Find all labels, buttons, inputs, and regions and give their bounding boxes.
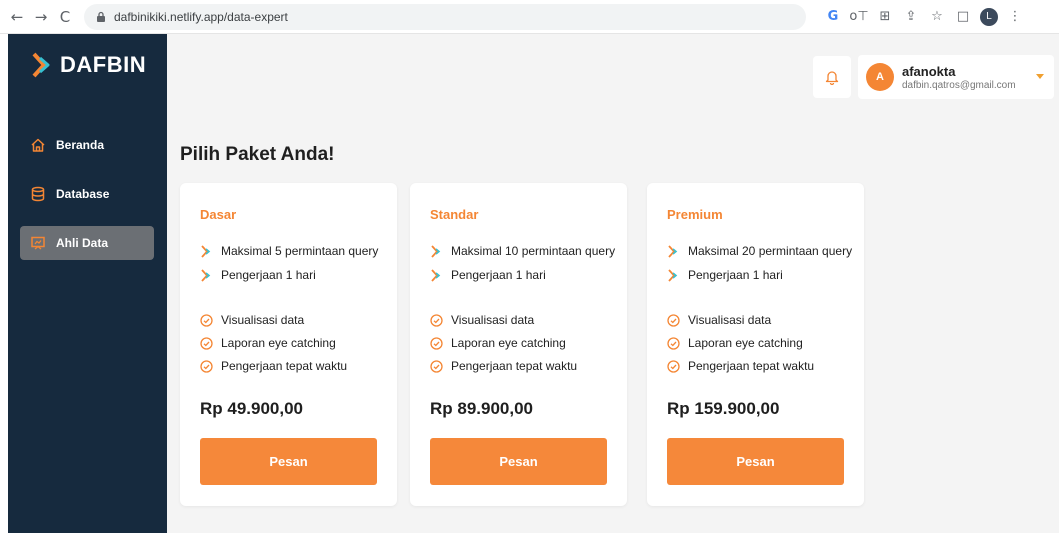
side-panel-icon[interactable]: □ xyxy=(954,8,972,26)
database-icon xyxy=(30,186,46,202)
benefit-text: Visualisasi data xyxy=(221,313,305,327)
presentation-icon xyxy=(30,235,46,251)
check-circle-icon xyxy=(667,336,680,350)
plan-feature: Pengerjaan 1 hari xyxy=(430,268,546,282)
feature-text: Maksimal 20 permintaan query xyxy=(688,244,853,258)
kebab-menu-icon[interactable]: ⋮ xyxy=(1006,8,1024,26)
dafbin-logo-icon xyxy=(32,52,50,78)
benefit-text: Laporan eye catching xyxy=(688,336,803,350)
plan-name: Premium xyxy=(667,207,723,222)
plan-benefit: Laporan eye catching xyxy=(430,336,566,350)
diamond-icon xyxy=(430,268,443,282)
benefit-text: Pengerjaan tepat waktu xyxy=(221,359,348,373)
diamond-icon xyxy=(667,244,680,258)
plan-benefit: Visualisasi data xyxy=(430,313,534,327)
check-circle-icon xyxy=(430,359,443,373)
check-circle-icon xyxy=(200,336,213,350)
url-text: dafbinikiki.netlify.app/data-expert xyxy=(114,9,288,24)
sidebar-item-label: Beranda xyxy=(56,138,105,152)
plan-price: Rp 89.900,00 xyxy=(430,399,534,418)
logo-text: DAFBIN xyxy=(60,52,147,77)
plan-price: Rp 49.900,00 xyxy=(200,399,304,418)
reload-icon[interactable]: C xyxy=(54,6,76,28)
key-icon[interactable]: o⊤ xyxy=(849,8,868,26)
benefit-text: Pengerjaan tepat waktu xyxy=(688,359,815,373)
check-circle-icon xyxy=(430,313,443,327)
plan-name: Standar xyxy=(430,207,479,222)
plan-feature: Maksimal 5 permintaan query xyxy=(200,244,378,258)
benefit-text: Visualisasi data xyxy=(451,313,535,327)
plan-card-dasar: Dasar Maksimal 5 permintaan query Penger… xyxy=(180,183,397,506)
plan-benefit: Visualisasi data xyxy=(200,313,304,327)
check-circle-icon xyxy=(667,313,680,327)
forward-icon[interactable]: → xyxy=(30,6,52,28)
home-icon xyxy=(30,137,46,153)
plan-benefit: Pengerjaan tepat waktu xyxy=(667,359,814,373)
sidebar-item-database[interactable]: Database xyxy=(20,177,154,211)
plan-benefit: Visualisasi data xyxy=(667,313,771,327)
browser-actions: G o⊤ ⊞ ⇪ ☆ □ L ⋮ xyxy=(824,7,1024,26)
user-menu[interactable]: A afanokta dafbin.qatros@gmail.com xyxy=(858,55,1054,99)
lock-icon xyxy=(97,11,105,22)
plan-card-standar: Standar Maksimal 10 permintaan query Pen… xyxy=(410,183,627,506)
check-circle-icon xyxy=(430,336,443,350)
plan-feature: Pengerjaan 1 hari xyxy=(200,268,316,282)
feature-text: Maksimal 10 permintaan query xyxy=(451,244,616,258)
diamond-icon xyxy=(430,244,443,258)
logo[interactable]: DAFBIN xyxy=(30,52,146,78)
plan-feature: Pengerjaan 1 hari xyxy=(667,268,783,282)
user-name: afanokta xyxy=(902,63,956,79)
check-circle-icon xyxy=(667,359,680,373)
user-info: afanokta dafbin.qatros@gmail.com xyxy=(902,64,1016,91)
notification-button[interactable] xyxy=(813,56,851,98)
sidebar-item-beranda[interactable]: Beranda xyxy=(20,128,154,162)
order-button-standar[interactable]: Pesan xyxy=(430,438,607,485)
google-icon[interactable]: G xyxy=(824,8,842,26)
star-icon[interactable]: ☆ xyxy=(928,8,946,26)
page-title: Pilih Paket Anda! xyxy=(180,144,335,165)
order-button-dasar[interactable]: Pesan xyxy=(200,438,377,485)
feature-text: Pengerjaan 1 hari xyxy=(688,268,783,282)
user-email: dafbin.qatros@gmail.com xyxy=(902,79,1016,91)
plan-benefit: Laporan eye catching xyxy=(200,336,336,350)
diamond-icon xyxy=(200,268,213,282)
plan-price: Rp 159.900,00 xyxy=(667,399,780,418)
benefit-text: Visualisasi data xyxy=(688,313,772,327)
order-button-premium[interactable]: Pesan xyxy=(667,438,844,485)
plan-benefit: Laporan eye catching xyxy=(667,336,803,350)
sidebar-item-ahli-data[interactable]: Ahli Data xyxy=(20,226,154,260)
plan-benefit: Pengerjaan tepat waktu xyxy=(430,359,577,373)
avatar: A xyxy=(866,63,894,91)
sidebar-item-label: Ahli Data xyxy=(56,236,109,250)
check-circle-icon xyxy=(200,313,213,327)
diamond-icon xyxy=(200,244,213,258)
sidebar: DAFBIN Beranda Database Ahli Data xyxy=(8,34,167,533)
bell-icon xyxy=(825,71,839,85)
browser-profile-avatar[interactable]: L xyxy=(980,7,998,26)
plan-benefit: Pengerjaan tepat waktu xyxy=(200,359,347,373)
benefit-text: Laporan eye catching xyxy=(221,336,336,350)
plan-card-premium: Premium Maksimal 20 permintaan query Pen… xyxy=(647,183,864,506)
main-content: A afanokta dafbin.qatros@gmail.com Pilih… xyxy=(167,34,1059,533)
benefit-text: Laporan eye catching xyxy=(451,336,566,350)
browser-toolbar: ← → C dafbinikiki.netlify.app/data-exper… xyxy=(0,0,1059,34)
translate-icon[interactable]: ⊞ xyxy=(876,8,894,26)
address-bar[interactable]: dafbinikiki.netlify.app/data-expert xyxy=(84,3,806,30)
share-icon[interactable]: ⇪ xyxy=(902,8,920,26)
benefit-text: Pengerjaan tepat waktu xyxy=(451,359,578,373)
sidebar-item-label: Database xyxy=(56,187,110,201)
check-circle-icon xyxy=(200,359,213,373)
plan-feature: Maksimal 20 permintaan query xyxy=(667,244,852,258)
diamond-icon xyxy=(667,268,680,282)
back-icon[interactable]: ← xyxy=(6,6,28,28)
plan-feature: Maksimal 10 permintaan query xyxy=(430,244,615,258)
feature-text: Pengerjaan 1 hari xyxy=(221,268,316,282)
feature-text: Maksimal 5 permintaan query xyxy=(221,244,379,258)
chevron-down-icon xyxy=(1036,74,1044,79)
feature-text: Pengerjaan 1 hari xyxy=(451,268,546,282)
browser-nav: ← → C xyxy=(6,6,76,28)
plan-name: Dasar xyxy=(200,207,237,222)
